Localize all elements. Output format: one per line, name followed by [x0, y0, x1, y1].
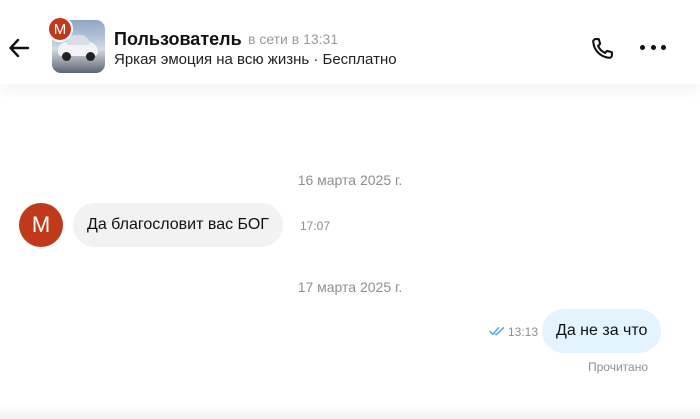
- date-separator: 17 марта 2025 г.: [297, 279, 403, 295]
- outgoing-message[interactable]: Да не за что: [542, 309, 662, 353]
- more-dots-icon: [640, 44, 645, 50]
- composer-edge: [0, 404, 700, 419]
- message-time: 17:07: [300, 219, 331, 233]
- call-button[interactable]: [588, 35, 616, 63]
- sender-avatar[interactable]: M: [19, 203, 63, 247]
- phone-icon: [592, 38, 613, 59]
- read-status: Прочитано: [588, 360, 648, 374]
- incoming-message[interactable]: Да благословит вас БОГ: [73, 203, 283, 247]
- user-avatar[interactable]: M: [47, 16, 73, 42]
- message-time: 13:13: [508, 325, 539, 339]
- online-status: в сети в 13:31: [248, 31, 339, 47]
- more-options-button[interactable]: [640, 38, 666, 56]
- date-separator: 16 марта 2025 г.: [297, 172, 403, 188]
- arrow-left-icon: [9, 38, 30, 58]
- user-name[interactable]: Пользователь: [114, 29, 242, 50]
- back-button[interactable]: [6, 35, 32, 61]
- chat-header: M Пользователь в сети в 13:31 Яркая эмоц…: [0, 0, 700, 84]
- double-check-icon: [489, 327, 505, 336]
- ad-title[interactable]: Яркая эмоция на всю жизнь · Бесплатно: [114, 51, 397, 68]
